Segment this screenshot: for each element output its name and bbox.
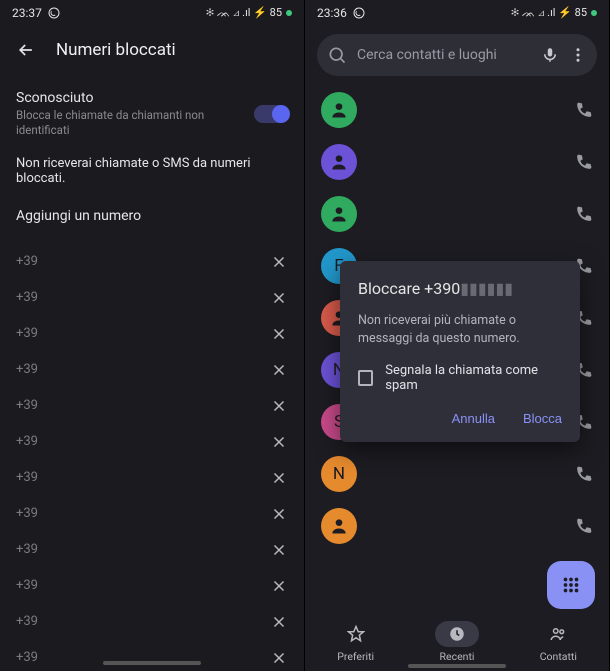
remove-icon[interactable] [270, 469, 288, 487]
status-time: 23:37 [12, 6, 42, 20]
blocked-number-row: +39 [0, 424, 304, 460]
remove-icon[interactable] [270, 361, 288, 379]
blocked-number-row: +39 [0, 640, 304, 671]
blocked-number-text: +39 [16, 398, 38, 413]
blocked-number-row: +39 [0, 280, 304, 316]
nav-pill-icon [408, 664, 506, 668]
contact-row[interactable] [305, 188, 609, 240]
blocked-number-text: +39 [16, 506, 38, 521]
avatar: N [321, 456, 357, 492]
avatar [321, 196, 357, 232]
nav-contacts[interactable]: Contatti [508, 621, 609, 663]
nav-recents[interactable]: Recenti [406, 621, 507, 663]
status-bar: 23:36 ✻ ᨏ ⊿ .ıl ⚡ 85 [305, 0, 609, 26]
dialog-body: Non riceverai più chiamate o messaggi da… [358, 312, 562, 347]
search-icon [327, 45, 347, 65]
nav-favorites[interactable]: Preferiti [305, 621, 406, 663]
blocked-number-text: +39 [16, 542, 38, 557]
avatar [321, 92, 357, 128]
call-icon[interactable] [574, 101, 593, 120]
remove-icon[interactable] [270, 649, 288, 667]
star-icon [347, 625, 365, 643]
blocked-number-row: +39 [0, 532, 304, 568]
blocked-number-text: +39 [16, 362, 38, 377]
add-number-button[interactable]: Aggiungi un numero [0, 208, 304, 244]
dialog-title: Bloccare +390▮▮▮▮▮▮ [358, 279, 562, 298]
dialpad-fab[interactable] [547, 561, 595, 609]
status-time: 23:36 [317, 6, 347, 20]
block-dialog: Bloccare +390▮▮▮▮▮▮ Non riceverai più ch… [340, 261, 580, 442]
remove-icon[interactable] [270, 253, 288, 271]
blocked-number-text: +39 [16, 254, 38, 269]
remove-icon[interactable] [270, 577, 288, 595]
back-arrow-icon[interactable] [16, 40, 36, 60]
blocked-number-row: +39 [0, 460, 304, 496]
search-bar[interactable]: Cerca contatti e luoghi [317, 34, 597, 76]
remove-icon[interactable] [270, 541, 288, 559]
status-dot-icon [286, 10, 292, 16]
blocked-number-text: +39 [16, 650, 38, 665]
nav-label: Contatti [540, 650, 577, 663]
blocked-number-row: +39 [0, 604, 304, 640]
phone-left: 23:37 ✻ ᨏ ⊿ .ıl ⚡ 85 Numeri bloccati Sco… [0, 0, 305, 671]
blocked-number-list: +39 +39 +39 +39 +39 +39 +39 +39 +39 +39 +39 +39 [0, 244, 304, 671]
contact-row[interactable] [305, 84, 609, 136]
blocked-number-text: +39 [16, 326, 38, 341]
blocked-number-row: +39 [0, 568, 304, 604]
blocked-number-text: +39 [16, 614, 38, 629]
blocked-number-row: +39 [0, 388, 304, 424]
blocked-number-text: +39 [16, 470, 38, 485]
toggle-title: Sconosciuto [16, 90, 254, 106]
status-icons: ✻ ᨏ ⊿ .ıl ⚡ 85 [206, 6, 282, 20]
status-icons: ✻ ᨏ ⊿ .ıl ⚡ 85 [511, 6, 587, 20]
whatsapp-icon [353, 7, 365, 19]
checkbox-icon[interactable] [358, 370, 373, 386]
spam-checkbox-row[interactable]: Segnala la chiamata come spam [358, 363, 562, 393]
contact-row[interactable] [305, 136, 609, 188]
search-placeholder: Cerca contatti e luoghi [357, 47, 531, 63]
bottom-nav: Preferiti Recenti Contatti [305, 613, 609, 671]
call-icon[interactable] [574, 517, 593, 536]
contact-row[interactable]: N [305, 448, 609, 500]
remove-icon[interactable] [270, 613, 288, 631]
dialpad-icon [560, 574, 582, 596]
clock-icon [448, 625, 466, 643]
remove-icon[interactable] [270, 289, 288, 307]
blocked-number-row: +39 [0, 316, 304, 352]
people-icon [549, 625, 567, 643]
status-bar: 23:37 ✻ ᨏ ⊿ .ıl ⚡ 85 [0, 0, 304, 26]
mic-icon[interactable] [541, 46, 559, 64]
avatar [321, 144, 357, 180]
remove-icon[interactable] [270, 505, 288, 523]
contact-row[interactable] [305, 500, 609, 552]
cancel-button[interactable]: Annulla [452, 411, 495, 426]
more-vert-icon[interactable] [569, 46, 587, 64]
nav-label: Preferiti [337, 650, 374, 663]
remove-icon[interactable] [270, 397, 288, 415]
checkbox-label: Segnala la chiamata come spam [385, 363, 562, 393]
page-title: Numeri bloccati [56, 40, 176, 60]
blocked-number-text: +39 [16, 578, 38, 593]
block-button[interactable]: Blocca [523, 411, 562, 426]
nav-pill-icon [103, 661, 201, 665]
unknown-toggle-section: Sconosciuto Blocca le chiamate da chiama… [0, 74, 304, 156]
header: Numeri bloccati [0, 26, 304, 74]
blocked-number-row: +39 [0, 496, 304, 532]
whatsapp-icon [48, 7, 60, 19]
avatar [321, 508, 357, 544]
blocked-number-row: +39 [0, 352, 304, 388]
status-dot-icon [591, 10, 597, 16]
call-icon[interactable] [574, 465, 593, 484]
remove-icon[interactable] [270, 325, 288, 343]
toggle-subtitle: Blocca le chiamate da chiamanti non iden… [16, 108, 254, 138]
call-icon[interactable] [574, 205, 593, 224]
remove-icon[interactable] [270, 433, 288, 451]
unknown-toggle-switch[interactable] [254, 105, 288, 123]
info-text: Non riceverai chiamate o SMS da numeri b… [0, 156, 304, 208]
blocked-number-row: +39 [0, 244, 304, 280]
blocked-number-text: +39 [16, 290, 38, 305]
nav-label: Recenti [440, 650, 475, 663]
call-icon[interactable] [574, 153, 593, 172]
blocked-number-text: +39 [16, 434, 38, 449]
